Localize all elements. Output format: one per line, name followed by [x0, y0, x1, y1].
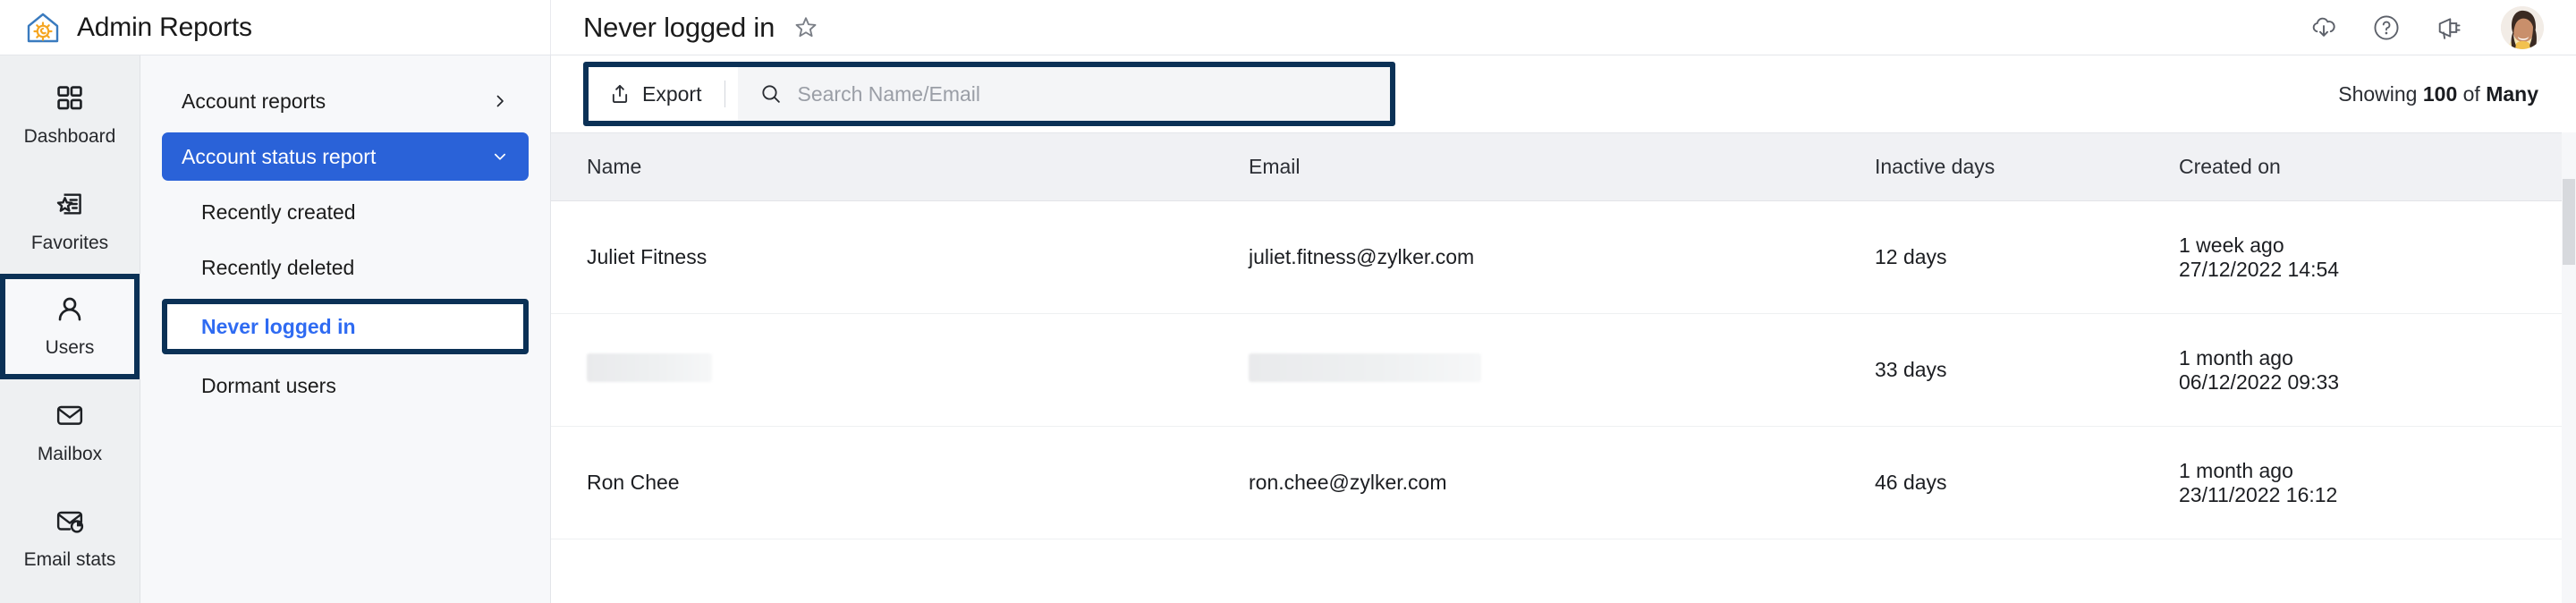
page-title: Never logged in: [583, 11, 775, 43]
report-table-body: Juliet Fitness juliet.fitness@zylker.com…: [551, 200, 2576, 539]
star-document-icon: [54, 188, 86, 220]
brand[interactable]: Admin Reports: [0, 0, 551, 55]
showing-prefix: Showing: [2338, 81, 2423, 106]
person-icon: [55, 294, 85, 325]
upload-share-icon: [608, 82, 631, 106]
grid-squares-icon: [55, 83, 85, 114]
column-header-name[interactable]: Name: [551, 132, 1231, 201]
report-table-head: Name Email Inactive days Created on: [551, 132, 2576, 201]
table-row[interactable]: Juliet Fitness juliet.fitness@zylker.com…: [551, 200, 2576, 314]
subnav-item-recently-deleted[interactable]: Recently deleted: [162, 243, 529, 292]
user-avatar[interactable]: [2501, 5, 2544, 49]
showing-total: Many: [2486, 81, 2538, 106]
cell-name: [551, 313, 1231, 427]
cell-inactive-days: 46 days: [1857, 426, 2161, 539]
header-actions: [2308, 5, 2544, 49]
subnav-group-account-reports[interactable]: Account reports: [162, 77, 529, 125]
subnav-group-label: Account status report: [182, 144, 377, 168]
cell-email: juliet.fitness@zylker.com: [1231, 200, 1857, 314]
cell-created-on: 1 week ago 27/12/2022 14:54: [2161, 200, 2576, 314]
top-bar: Admin Reports Never logged in: [0, 0, 2576, 55]
table-header-row: Name Email Inactive days Created on: [551, 132, 2576, 201]
created-absolute: 23/11/2022 16:12: [2179, 482, 2338, 506]
star-outline-icon[interactable]: [791, 13, 821, 43]
column-header-created-on[interactable]: Created on: [2161, 132, 2576, 201]
subnav-item-label: Recently created: [201, 200, 356, 224]
cell-created-on: 1 month ago 23/11/2022 16:12: [2161, 426, 2576, 539]
table-row[interactable]: 33 days 1 month ago 06/12/2022 09:33: [551, 313, 2576, 427]
cell-name: Juliet Fitness: [551, 200, 1231, 314]
brand-title: Admin Reports: [77, 12, 252, 42]
subnav-group-label: Account reports: [182, 89, 326, 113]
megaphone-icon[interactable]: [2433, 12, 2465, 44]
rail-item-label: Users: [45, 337, 95, 358]
subnav-item-dormant-users[interactable]: Dormant users: [162, 361, 529, 410]
redacted-name-placeholder: [587, 352, 712, 382]
cell-inactive-days: 12 days: [1857, 200, 2161, 314]
rail-item-email-stats[interactable]: Email stats: [0, 485, 140, 590]
export-search-group: Export: [583, 62, 1395, 126]
cell-email: [1231, 313, 1857, 427]
showing-middle: of: [2457, 81, 2487, 106]
rail-item-dashboard[interactable]: Dashboard: [0, 63, 140, 168]
cell-name: Ron Chee: [551, 426, 1231, 539]
subnav-item-never-logged-in[interactable]: Never logged in: [162, 299, 529, 354]
cell-email: ron.chee@zylker.com: [1231, 426, 1857, 539]
redacted-email-placeholder: [1249, 352, 1481, 382]
created-absolute: 06/12/2022 09:33: [2179, 369, 2340, 394]
help-circle-icon[interactable]: [2370, 12, 2402, 44]
search-input[interactable]: [797, 67, 1368, 121]
report-toolbar: Export Showing 100 of: [551, 55, 2576, 132]
envelope-icon: [54, 399, 86, 431]
download-cloud-icon[interactable]: [2308, 12, 2340, 44]
search-field[interactable]: [738, 67, 1390, 121]
vertical-scrollbar[interactable]: [2562, 132, 2576, 603]
subnav-group-account-status-report[interactable]: Account status report: [162, 132, 529, 181]
cell-created-on: 1 month ago 06/12/2022 09:33: [2161, 313, 2576, 427]
envelope-chart-icon: [54, 505, 86, 537]
rail-item-mailbox[interactable]: Mailbox: [0, 379, 140, 485]
created-relative: 1 month ago: [2179, 345, 2293, 369]
export-button[interactable]: Export: [589, 67, 725, 121]
report-table-scroll: Name Email Inactive days Created on Juli…: [551, 132, 2576, 603]
showing-count-label: Showing 100 of Many: [2338, 82, 2544, 106]
toolbar-divider: [724, 81, 726, 107]
showing-count: 100: [2422, 81, 2458, 106]
subnav-item-label: Recently deleted: [201, 255, 355, 279]
house-gear-icon: [23, 8, 63, 47]
report-table: Name Email Inactive days Created on Juli…: [551, 132, 2576, 539]
app-root: Admin Reports Never logged in Dashboard …: [0, 0, 2576, 603]
rail-item-favorites[interactable]: Favorites: [0, 168, 140, 274]
table-row[interactable]: Ron Chee ron.chee@zylker.com 46 days 1 m…: [551, 426, 2576, 539]
export-button-label: Export: [642, 81, 702, 106]
rail-item-label: Mailbox: [37, 444, 103, 464]
rail-item-label: Dashboard: [23, 126, 116, 147]
cell-inactive-days: 33 days: [1857, 313, 2161, 427]
subnav-item-recently-created[interactable]: Recently created: [162, 188, 529, 236]
column-header-inactive-days[interactable]: Inactive days: [1857, 132, 2161, 201]
subnav-item-label: Dormant users: [201, 373, 336, 397]
chevron-right-icon: [491, 92, 509, 110]
icon-rail: Dashboard Favorites Users Mailbox Email …: [0, 55, 140, 603]
chevron-down-icon: [491, 148, 509, 166]
column-header-email[interactable]: Email: [1231, 132, 1857, 201]
main-content: Export Showing 100 of: [551, 55, 2576, 603]
rail-item-label: Email stats: [23, 549, 116, 570]
page-header: Never logged in: [551, 0, 2576, 55]
vertical-scrollbar-thumb[interactable]: [2563, 179, 2575, 265]
created-relative: 1 week ago: [2179, 233, 2284, 257]
created-absolute: 27/12/2022 14:54: [2179, 257, 2340, 281]
app-body: Dashboard Favorites Users Mailbox Email …: [0, 55, 2576, 603]
secondary-nav: Account reports Account status report Re…: [140, 55, 551, 603]
subnav-item-label: Never logged in: [201, 314, 356, 338]
rail-item-label: Favorites: [30, 233, 109, 253]
search-icon: [759, 82, 783, 106]
created-relative: 1 month ago: [2179, 458, 2293, 482]
rail-item-users[interactable]: Users: [0, 274, 140, 379]
